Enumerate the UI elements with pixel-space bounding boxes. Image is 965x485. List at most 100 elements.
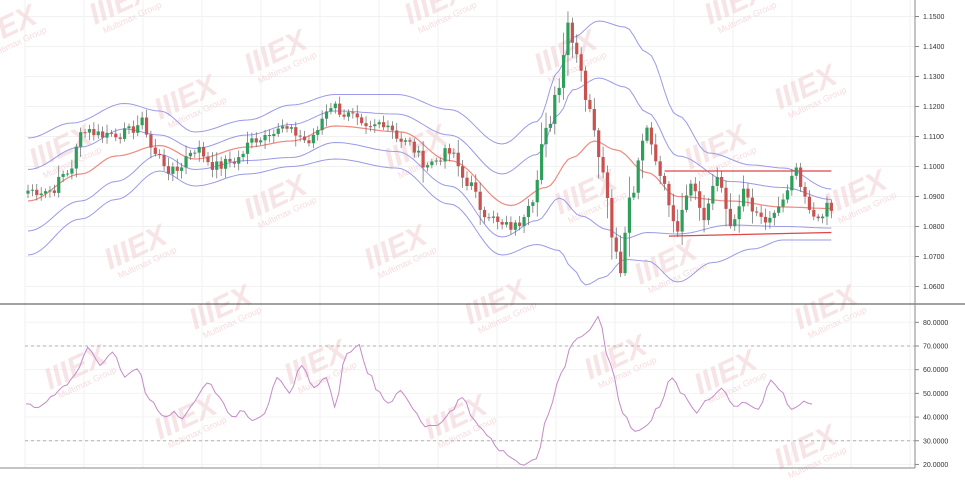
- candle-body: [698, 191, 702, 208]
- candle-body: [443, 148, 447, 162]
- candle: [324, 104, 329, 127]
- candle: [122, 122, 127, 142]
- candle-body: [654, 144, 658, 162]
- candle-body: [733, 219, 737, 227]
- candle-body: [548, 123, 553, 128]
- candle: [149, 130, 153, 159]
- candle-body: [272, 133, 276, 137]
- candle: [755, 206, 759, 217]
- candle: [74, 143, 78, 178]
- candle-body: [772, 212, 776, 218]
- candle: [373, 119, 377, 133]
- candle-body: [180, 167, 184, 171]
- candle: [30, 184, 34, 197]
- candle: [184, 145, 188, 175]
- candle-body: [720, 176, 724, 188]
- candle-body: [136, 125, 140, 133]
- candle: [311, 128, 315, 149]
- watermark-logo: IIIEXMultimax Group: [359, 218, 438, 280]
- candle: [619, 235, 623, 278]
- candle: [166, 157, 171, 181]
- price-tick-label: 1.1000: [923, 164, 945, 171]
- watermark-logo: IIIEXMultimax Group: [679, 118, 758, 180]
- candle-body: [43, 191, 48, 194]
- candle: [355, 105, 359, 126]
- candle-body: [513, 222, 517, 230]
- watermark-layer: IIIEXMultimax Group IIIEXMultimax Group II…: [0, 0, 898, 481]
- oscillator-tick-label: 30.0000: [923, 438, 948, 445]
- candle-body: [338, 103, 342, 115]
- candle-body: [166, 166, 171, 174]
- candle-body: [649, 127, 653, 145]
- candle-body: [381, 122, 386, 128]
- candle-body: [206, 156, 210, 163]
- candle: [509, 216, 513, 235]
- candle-body: [263, 134, 267, 141]
- candle: [456, 139, 460, 177]
- candle-body: [509, 222, 513, 230]
- candle-body: [114, 133, 118, 138]
- candle: [386, 120, 390, 132]
- watermark-logo: IIIEXMultimax Group: [419, 388, 498, 450]
- candle: [215, 152, 219, 179]
- candle: [540, 122, 544, 185]
- candle-body: [241, 153, 245, 158]
- candle: [228, 151, 232, 168]
- candle: [136, 115, 140, 137]
- watermark-logo: IIIEXMultimax Group: [149, 388, 228, 450]
- candle-body: [522, 217, 526, 227]
- candle-body: [70, 168, 74, 174]
- oscillator-tick-label: 40.0000: [923, 415, 948, 422]
- candle-body: [671, 205, 675, 222]
- price-tick-label: 1.0900: [923, 194, 945, 201]
- price-tick-label: 1.1200: [923, 104, 945, 111]
- candle: [267, 129, 272, 143]
- candle-body: [658, 161, 662, 176]
- candle-body: [96, 131, 100, 136]
- candle-body: [324, 111, 329, 119]
- candle: [294, 121, 298, 147]
- candle-body: [605, 172, 610, 199]
- candle: [118, 133, 122, 144]
- price-tick-label: 1.0600: [923, 284, 945, 291]
- candle-body: [583, 70, 588, 100]
- candle-body: [768, 217, 772, 223]
- candle-body: [557, 87, 561, 95]
- candle: [689, 179, 693, 202]
- candle: [333, 101, 337, 114]
- candle: [302, 130, 307, 144]
- candle: [219, 156, 223, 176]
- candle-body: [162, 155, 166, 167]
- candle-body: [781, 199, 785, 207]
- watermark-logo: IIIEXMultimax Group: [24, 118, 103, 180]
- candle: [794, 163, 798, 180]
- candle: [465, 171, 469, 191]
- watermark-logo: IIIEXMultimax Group: [99, 218, 178, 280]
- candle-body: [399, 138, 403, 142]
- candle-body: [737, 206, 741, 220]
- candle: [443, 144, 447, 169]
- chart-canvas: IIIEXMultimax Group IIIEXMultimax Group II…: [0, 0, 965, 481]
- candle: [627, 176, 632, 257]
- candle: [158, 149, 162, 159]
- candle: [360, 113, 364, 126]
- candle: [381, 115, 386, 131]
- candle: [316, 126, 320, 141]
- watermark-logo: IIIEXMultimax Group: [279, 333, 358, 395]
- candle-body: [355, 113, 359, 118]
- candle: [623, 226, 627, 276]
- candle-body: [614, 237, 618, 252]
- candle: [535, 170, 539, 217]
- candle-body: [360, 117, 364, 124]
- candle-body: [149, 134, 153, 148]
- candle: [162, 149, 166, 171]
- candle-body: [219, 161, 223, 169]
- candle-body: [439, 160, 443, 162]
- candle-body: [232, 161, 236, 164]
- candle-body: [689, 183, 693, 196]
- price-tick-label: 1.1100: [923, 134, 944, 141]
- candle-body: [57, 176, 61, 193]
- candle-body: [408, 140, 412, 142]
- candle-body: [553, 94, 557, 124]
- candle-body: [785, 190, 790, 200]
